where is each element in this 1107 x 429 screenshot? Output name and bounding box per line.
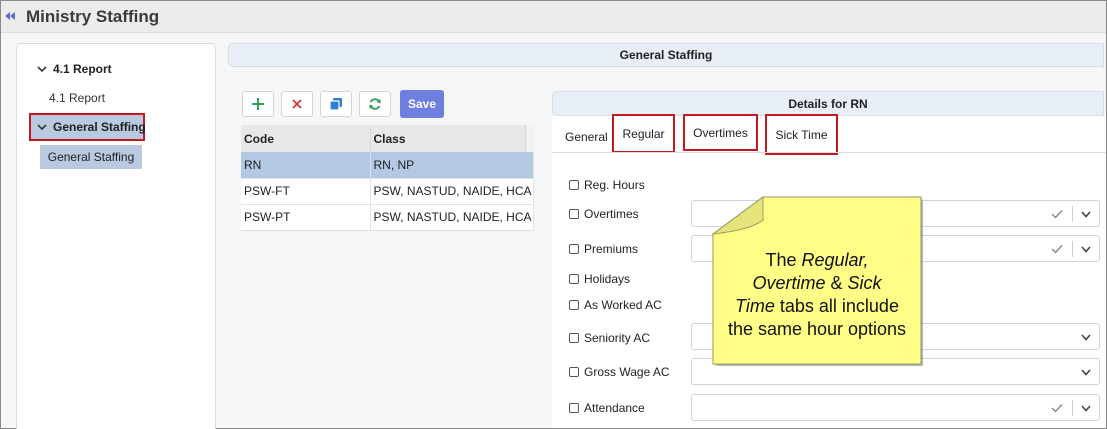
tab-label: Overtimes <box>693 126 748 140</box>
option-seniority-ac: Seniority AC <box>569 331 650 345</box>
cell-class: RN, NP <box>370 152 534 178</box>
cell-code: RN <box>241 152 370 178</box>
refresh-button[interactable] <box>359 91 391 117</box>
select-divider <box>1072 206 1073 222</box>
option-label: Holidays <box>584 272 630 286</box>
save-button[interactable]: Save <box>400 90 444 118</box>
premiums-checkbox[interactable] <box>569 244 579 254</box>
tab-label: Regular <box>622 127 664 141</box>
tree-item-label: General Staffing <box>53 120 146 134</box>
option-label: Gross Wage AC <box>584 365 670 379</box>
attendance-checkbox[interactable] <box>569 403 579 413</box>
table-header-row: Code Class <box>241 125 534 152</box>
collapse-sidebar-icon[interactable] <box>4 10 16 22</box>
tab-regular[interactable]: Regular <box>612 114 675 153</box>
cell-class: PSW, NASTUD, NAIDE, HCA <box>370 204 534 230</box>
option-reg-hours: Reg. Hours <box>569 178 645 192</box>
option-holidays: Holidays <box>569 272 630 286</box>
callout-text: The Regular, Overtime & Sick Time tabs a… <box>717 249 917 341</box>
holidays-checkbox[interactable] <box>569 274 579 284</box>
tab-overtimes[interactable]: Overtimes <box>683 114 758 151</box>
refresh-icon <box>368 97 382 111</box>
staffing-table: Code Class RN RN, NP PSW-FT PSW, NASTUD,… <box>241 125 534 231</box>
cell-code: PSW-FT <box>241 178 370 204</box>
chevron-down-icon <box>37 65 47 73</box>
section-header: General Staffing <box>228 43 1104 67</box>
cell-code: PSW-PT <box>241 204 370 230</box>
tree-item-general-staffing-group-row[interactable]: General Staffing <box>37 120 146 134</box>
checkmark-icon <box>1051 209 1063 219</box>
option-gross-wage-ac: Gross Wage AC <box>569 365 670 379</box>
copy-button[interactable] <box>320 91 352 117</box>
option-label: Premiums <box>584 242 638 256</box>
overtimes-checkbox[interactable] <box>569 209 579 219</box>
tab-label: Sick Time <box>775 128 827 142</box>
tree-item-4-1-report[interactable]: 4.1 Report <box>49 91 105 105</box>
option-label: Overtimes <box>584 207 639 221</box>
tabs-divider <box>552 152 1106 153</box>
details-header: Details for RN <box>552 91 1104 116</box>
plus-icon <box>252 98 264 110</box>
column-header-code[interactable]: Code <box>241 125 370 152</box>
top-bar: Ministry Staffing <box>1 1 1106 33</box>
delete-button[interactable] <box>281 91 313 117</box>
select-divider <box>1072 400 1073 416</box>
table-scroll-gutter <box>526 125 534 152</box>
seniority-ac-checkbox[interactable] <box>569 333 579 343</box>
reg-hours-checkbox[interactable] <box>569 180 579 190</box>
details-title: Details for RN <box>788 97 867 111</box>
option-as-worked-ac: As Worked AC <box>569 298 662 312</box>
option-attendance: Attendance <box>569 401 645 415</box>
add-button[interactable] <box>242 91 274 117</box>
app-title: Ministry Staffing <box>26 7 159 27</box>
table-row[interactable]: PSW-PT PSW, NASTUD, NAIDE, HCA <box>241 204 534 230</box>
attendance-select[interactable] <box>691 394 1100 421</box>
tree-item-label: 4.1 Report <box>53 62 112 76</box>
chevron-down-icon[interactable] <box>1081 246 1091 253</box>
tree-item-label: General Staffing <box>48 150 135 164</box>
option-overtimes: Overtimes <box>569 207 639 221</box>
tab-general[interactable]: General <box>565 130 608 144</box>
checkmark-icon <box>1051 403 1063 413</box>
toolbar: Save <box>242 91 444 118</box>
option-label: Seniority AC <box>584 331 650 345</box>
section-title: General Staffing <box>620 48 713 62</box>
tree-item-4-1-report-group[interactable]: 4.1 Report <box>37 62 112 76</box>
chevron-down-icon[interactable] <box>1081 405 1091 412</box>
option-premiums: Premiums <box>569 242 638 256</box>
column-header-class[interactable]: Class <box>370 125 526 152</box>
table-row[interactable]: RN RN, NP <box>241 152 534 178</box>
checkmark-icon <box>1051 244 1063 254</box>
chevron-down-icon[interactable] <box>1081 334 1091 341</box>
chevron-down-icon[interactable] <box>1081 211 1091 218</box>
option-label: As Worked AC <box>584 298 662 312</box>
gross-wage-ac-checkbox[interactable] <box>569 367 579 377</box>
table-row[interactable]: PSW-FT PSW, NASTUD, NAIDE, HCA <box>241 178 534 204</box>
sidebar <box>16 43 216 429</box>
close-icon <box>292 99 302 109</box>
cell-class: PSW, NASTUD, NAIDE, HCA <box>370 178 534 204</box>
chevron-down-icon <box>37 123 47 131</box>
tree-item-general-staffing[interactable]: General Staffing <box>40 145 142 169</box>
tab-sick-time[interactable]: Sick Time <box>765 114 838 155</box>
select-divider <box>1072 241 1073 257</box>
tree-item-label: 4.1 Report <box>49 91 105 105</box>
option-label: Attendance <box>584 401 645 415</box>
copy-icon <box>329 97 343 111</box>
chevron-down-icon[interactable] <box>1081 369 1091 376</box>
option-label: Reg. Hours <box>584 178 645 192</box>
as-worked-ac-checkbox[interactable] <box>569 300 579 310</box>
